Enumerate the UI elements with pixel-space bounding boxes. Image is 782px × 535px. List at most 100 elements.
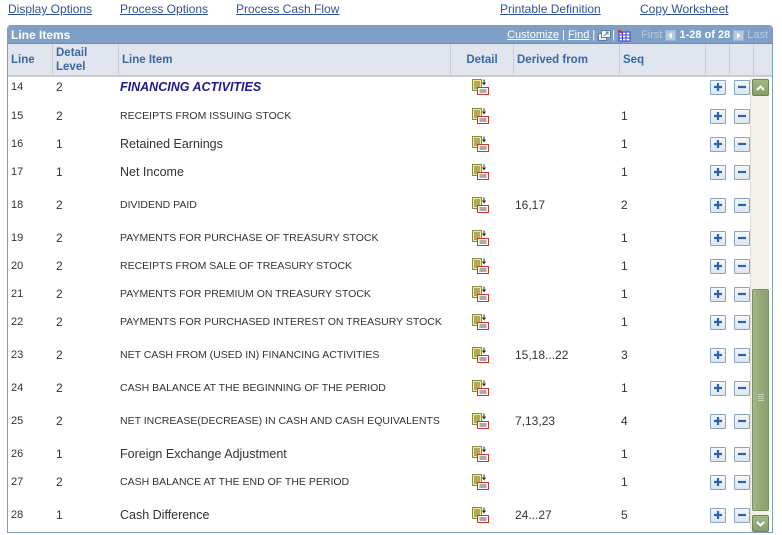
add-row-button[interactable] <box>710 258 726 274</box>
add-row-button[interactable] <box>710 314 726 330</box>
delete-row-button[interactable] <box>734 79 750 95</box>
scroll-up-button[interactable] <box>752 79 769 96</box>
customize-link[interactable]: Customize <box>507 29 559 41</box>
detail-button[interactable] <box>472 376 490 400</box>
add-row-button[interactable] <box>710 380 726 396</box>
column-header-derived-from[interactable]: Derived from <box>514 44 620 75</box>
detail-button[interactable] <box>472 75 490 99</box>
add-row-button[interactable] <box>710 474 726 490</box>
detail-button[interactable] <box>472 503 490 527</box>
process-options-link[interactable]: Process Options <box>120 2 208 16</box>
printable-definition-link[interactable]: Printable Definition <box>500 2 601 16</box>
add-row-button[interactable] <box>710 230 726 246</box>
column-header-line-item[interactable]: Line Item <box>119 44 451 75</box>
detail-button[interactable] <box>472 132 490 156</box>
plus-icon <box>713 350 723 360</box>
table-row: 16 1 Retained Earnings 1 <box>8 132 750 156</box>
delete-row-button[interactable] <box>734 380 750 396</box>
column-label: Detail <box>466 53 498 66</box>
line-number: 22 <box>11 316 24 328</box>
copy-worksheet-link[interactable]: Copy Worksheet <box>640 2 728 16</box>
download-to-excel-icon[interactable] <box>617 28 631 41</box>
line-item-description: PAYMENTS FOR PREMIUM ON TREASURY STOCK <box>120 288 371 300</box>
add-row-button[interactable] <box>710 507 726 523</box>
separator: | <box>612 29 616 41</box>
scroll-down-button[interactable] <box>752 515 769 532</box>
process-cash-flow-link[interactable]: Process Cash Flow <box>236 2 339 16</box>
add-row-button[interactable] <box>710 197 726 213</box>
minus-icon <box>737 416 747 426</box>
delete-row-button[interactable] <box>734 136 750 152</box>
delete-row-button[interactable] <box>734 108 750 124</box>
detail-button[interactable] <box>472 254 490 278</box>
plus-icon <box>713 167 723 177</box>
delete-row-button[interactable] <box>734 347 750 363</box>
delete-row-button[interactable] <box>734 258 750 274</box>
line-number: 27 <box>11 476 24 488</box>
derived-from: 15,18...22 <box>515 348 569 362</box>
line-item-description: RECEIPTS FROM SALE OF TREASURY STOCK <box>120 260 353 272</box>
detail-level: 1 <box>56 447 63 461</box>
delete-row-button[interactable] <box>734 314 750 330</box>
sequence: 1 <box>621 137 628 151</box>
detail-button[interactable] <box>472 226 490 250</box>
find-link[interactable]: Find <box>568 29 589 41</box>
detail-button[interactable] <box>472 104 490 128</box>
detail-button[interactable] <box>472 282 490 306</box>
detail-button[interactable] <box>472 310 490 334</box>
detail-level: 2 <box>56 259 63 273</box>
detail-level: 2 <box>56 109 63 123</box>
column-header-scroll <box>754 44 772 75</box>
detail-level: 2 <box>56 475 63 489</box>
add-row-button[interactable] <box>710 446 726 462</box>
add-row-button[interactable] <box>710 79 726 95</box>
detail-button[interactable] <box>472 470 490 494</box>
delete-row-button[interactable] <box>734 286 750 302</box>
detail-button[interactable] <box>472 160 490 184</box>
column-label: Line <box>11 53 35 66</box>
detail-button[interactable] <box>472 409 490 433</box>
detail-page-icon <box>472 108 490 124</box>
add-row-button[interactable] <box>710 286 726 302</box>
plus-icon <box>713 317 723 327</box>
delete-row-button[interactable] <box>734 446 750 462</box>
add-row-button[interactable] <box>710 108 726 124</box>
add-row-button[interactable] <box>710 413 726 429</box>
vertical-scrollbar[interactable] <box>750 78 769 532</box>
column-header-line[interactable]: Line <box>8 44 53 75</box>
detail-button[interactable] <box>472 193 490 217</box>
detail-button[interactable] <box>472 343 490 367</box>
column-header-seq[interactable]: Seq <box>620 44 706 75</box>
delete-row-button[interactable] <box>734 413 750 429</box>
column-header-detail[interactable]: Detail <box>451 44 514 75</box>
line-item-description: RECEIPTS FROM ISSUING STOCK <box>120 110 292 122</box>
delete-row-button[interactable] <box>734 164 750 180</box>
delete-row-button[interactable] <box>734 507 750 523</box>
detail-page-icon <box>472 507 490 523</box>
delete-row-button[interactable] <box>734 230 750 246</box>
line-number: 16 <box>11 138 24 150</box>
delete-row-button[interactable] <box>734 197 750 213</box>
line-item-description: NET CASH FROM (USED IN) FINANCING ACTIVI… <box>120 349 380 361</box>
line-number: 14 <box>11 81 24 93</box>
line-number: 17 <box>11 166 24 178</box>
table-row: 23 2 NET CASH FROM (USED IN) FINANCING ACT… <box>8 343 750 367</box>
minus-icon <box>737 111 747 121</box>
last-page-label: Last <box>747 29 768 41</box>
next-arrow-icon <box>733 29 745 41</box>
table-row: 19 2 PAYMENTS FOR PURCHASE OF TREASURY STO… <box>8 226 750 250</box>
minus-icon <box>737 510 747 520</box>
add-row-button[interactable] <box>710 347 726 363</box>
detail-button[interactable] <box>472 442 490 466</box>
add-row-button[interactable] <box>710 164 726 180</box>
scroll-thumb[interactable] <box>752 289 769 511</box>
add-row-button[interactable] <box>710 136 726 152</box>
column-label: Line Item <box>122 53 173 66</box>
display-options-link[interactable]: Display Options <box>8 2 92 16</box>
derived-from: 7,13,23 <box>515 414 556 428</box>
delete-row-button[interactable] <box>734 474 750 490</box>
column-header-detail-level[interactable]: Detail Level <box>53 44 119 75</box>
plus-icon <box>713 139 723 149</box>
detail-page-icon <box>472 136 490 152</box>
new-window-icon[interactable] <box>598 29 612 41</box>
